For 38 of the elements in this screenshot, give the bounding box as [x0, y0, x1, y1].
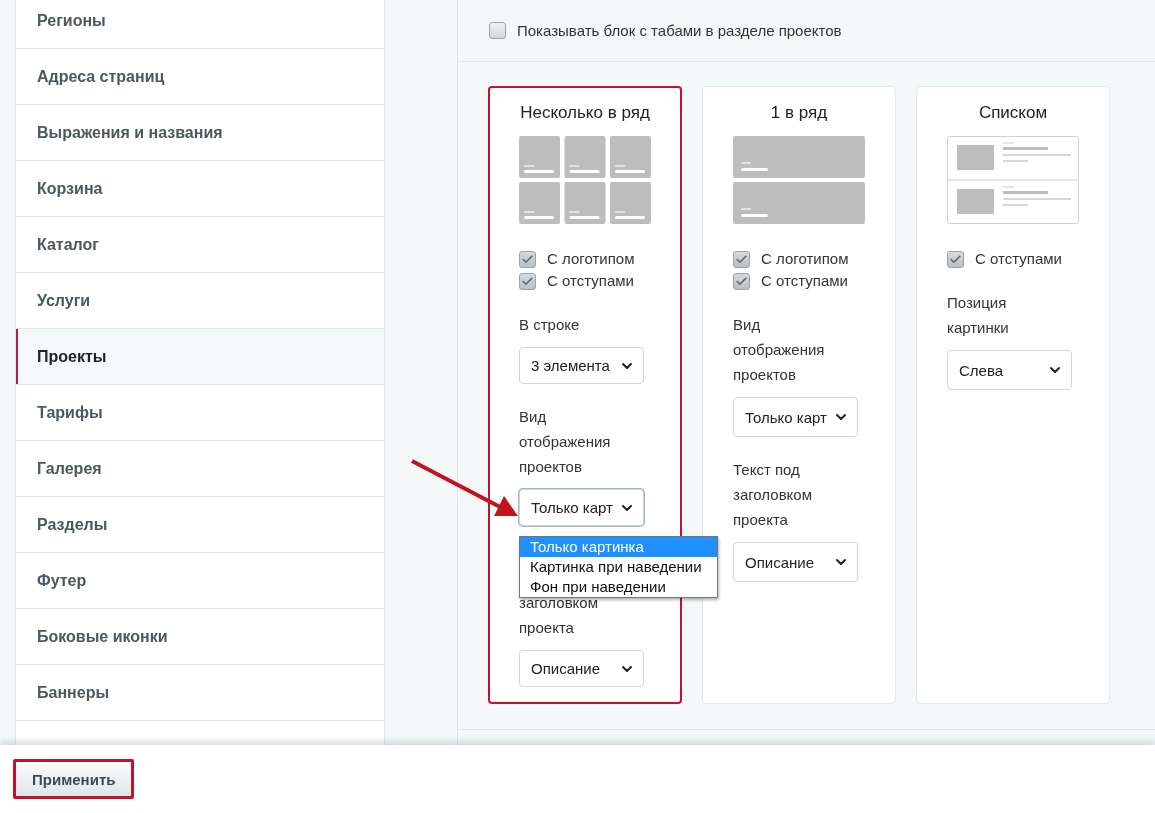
select-field[interactable]: Описание	[519, 650, 644, 687]
field-label: Текст под заголовком проекта	[733, 460, 813, 530]
select-field[interactable]: Только карт	[733, 397, 858, 437]
card-title: 1 в ряд	[769, 103, 829, 123]
layout-card[interactable]: Списком С отступами Позиция картинки Слева	[916, 86, 1110, 704]
field-label: Позиция картинки	[947, 293, 1010, 338]
dropdown-option[interactable]: Картинка при наведении	[520, 557, 717, 577]
dropdown-option[interactable]: Фон при наведении	[520, 577, 717, 597]
checkbox[interactable]	[489, 22, 506, 39]
layout-card[interactable]: 1 в ряд С логотипом С отступами Вид отображения проектов Только карт Текст под заголовком проекта Описание	[702, 86, 896, 704]
select-field[interactable]: Слева	[947, 350, 1072, 390]
select-field[interactable]: Только карт	[519, 489, 644, 526]
select-field[interactable]: Описание	[733, 542, 858, 582]
field-label: Вид отображения проектов	[519, 407, 612, 477]
sidebar-item[interactable]: Проекты	[16, 329, 384, 385]
check-icon	[949, 252, 962, 266]
field-label: заголовком проекта	[519, 594, 598, 638]
check-icon	[735, 274, 748, 288]
check-icon	[735, 252, 748, 266]
checkbox-label: С логотипом	[761, 249, 849, 269]
checkbox[interactable]	[733, 250, 750, 268]
checkbox[interactable]	[947, 250, 964, 268]
card-title: Списком	[977, 103, 1049, 123]
select-field[interactable]: 3 элемента	[519, 347, 644, 384]
field-label: Вид отображения проектов	[733, 315, 826, 385]
field-label: В строке	[519, 315, 581, 335]
check-icon	[521, 274, 534, 288]
checkbox[interactable]	[519, 250, 536, 268]
checkbox-label: С отступами	[547, 271, 634, 291]
card-title: Несколько в ряд	[519, 103, 651, 123]
apply-button[interactable]: Применить	[13, 759, 135, 799]
checkbox-label: С логотипом	[547, 249, 635, 269]
checkbox[interactable]	[733, 272, 750, 290]
checkbox[interactable]	[519, 272, 536, 290]
checkbox-label: С отступами	[975, 249, 1062, 269]
check-icon	[521, 252, 534, 266]
checkbox-label: С отступами	[761, 271, 848, 291]
checkbox-label: Показывать блок с табами в разделе проектов	[517, 20, 842, 41]
